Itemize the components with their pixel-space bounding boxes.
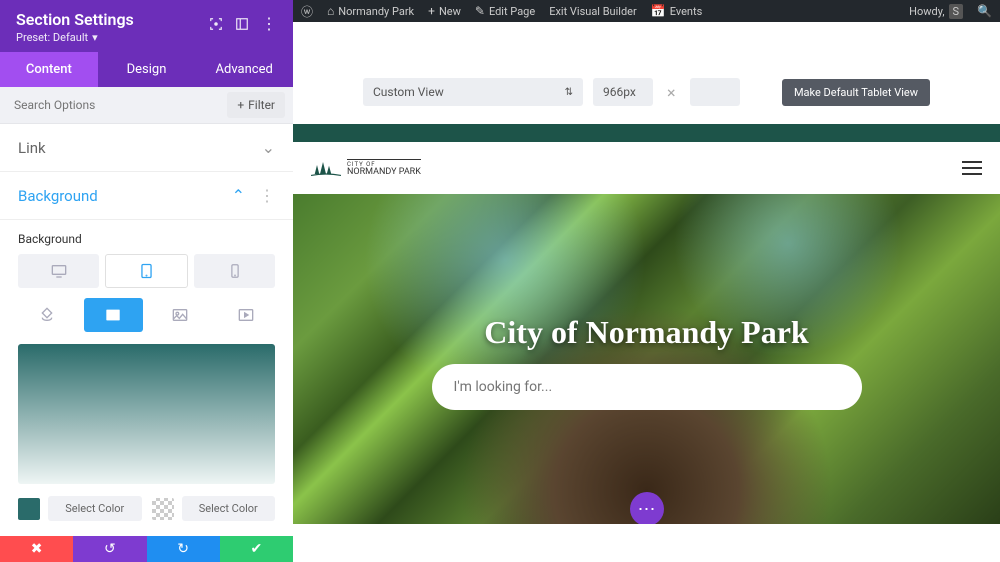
redo-button[interactable]: ↻ [147,536,220,562]
site-header: CITY OF NORMANDY PARK [293,142,1000,194]
edit-page-link[interactable]: ✎Edit Page [475,4,535,18]
cancel-button[interactable]: ✖ [0,536,73,562]
bgtype-gradient[interactable] [84,298,142,332]
calendar-icon: 📅 [651,4,666,18]
layout-icon[interactable] [235,17,249,31]
view-selector[interactable]: Custom View ⇅ [363,78,583,106]
hero-section: City of Normandy Park ⋯ [293,194,1000,524]
section-background[interactable]: Background ⌃ ⋮ [0,172,293,220]
wp-logo-icon[interactable]: ⓦ [301,3,313,20]
preview-area: ⓦ ⌂Normandy Park +New ✎Edit Page Exit Vi… [293,0,1000,562]
panel-header: Section Settings Preset: Default ▾ ⋮ [0,0,293,52]
color-swatch [18,498,40,520]
exit-vb-link[interactable]: Exit Visual Builder [549,5,637,18]
search-input[interactable] [0,88,219,122]
gradient-color-1[interactable]: Select Color [18,496,142,521]
tab-advanced[interactable]: Advanced [195,52,293,87]
site-link[interactable]: ⌂Normandy Park [327,4,414,18]
more-icon[interactable]: ⋮ [261,14,277,33]
bgtype-image[interactable] [151,298,209,332]
gradient-colors: Select Color Select Color [18,496,275,521]
panel-tabs: Content Design Advanced [0,52,293,87]
new-link[interactable]: +New [428,4,461,18]
pencil-icon: ✎ [475,4,485,18]
menu-button[interactable] [962,161,982,175]
select-arrows-icon: ⇅ [565,87,573,98]
filter-button[interactable]: + Filter [227,92,285,118]
plus-icon: + [428,4,435,18]
device-selector [18,254,275,288]
responsive-toolbar: Custom View ⇅ 966px × Make Default Table… [293,22,1000,122]
search-row: + Filter [0,87,293,124]
page-preview: CITY OF NORMANDY PARK City of Normandy P… [293,124,1000,562]
background-label: Background [18,232,275,246]
tab-content[interactable]: Content [0,52,98,87]
color-swatch [152,498,174,520]
undo-button[interactable]: ↺ [73,536,146,562]
device-phone[interactable] [194,254,275,288]
background-type-selector [18,298,275,332]
gradient-color-2[interactable]: Select Color [152,496,276,521]
background-settings: Background [0,220,293,536]
plus-icon: + [237,98,244,112]
trees-icon [311,159,341,177]
panel-title: Section Settings [16,10,134,29]
section-link[interactable]: Link ⌄ [0,124,293,172]
panel-action-bar: ✖ ↺ ↻ ✔ [0,536,293,562]
gradient-preview[interactable] [18,344,275,484]
settings-panel: Section Settings Preset: Default ▾ ⋮ Con… [0,0,293,536]
howdy-link[interactable]: Howdy, S [909,4,963,19]
viewport-height[interactable] [690,78,740,106]
hero-title: City of Normandy Park [484,314,808,351]
more-icon[interactable]: ⋮ [259,186,275,205]
make-default-button[interactable]: Make Default Tablet View [782,79,930,106]
avatar: S [949,4,964,19]
chevron-down-icon: ⌄ [262,138,275,157]
save-button[interactable]: ✔ [220,536,293,562]
home-icon: ⌂ [327,4,334,18]
viewport-width[interactable]: 966px [593,78,653,106]
hero-search-input[interactable] [454,379,840,395]
device-tablet[interactable] [105,254,188,288]
events-link[interactable]: 📅Events [651,4,703,18]
top-bar [293,124,1000,142]
hero-search[interactable] [432,364,862,410]
device-desktop[interactable] [18,254,99,288]
logo-text: CITY OF NORMANDY PARK [347,159,421,177]
focus-icon[interactable] [209,17,223,31]
builder-fab-button[interactable]: ⋯ [630,492,664,524]
bgtype-video[interactable] [217,298,275,332]
preset-selector[interactable]: Preset: Default ▾ [16,31,134,44]
wp-admin-bar: ⓦ ⌂Normandy Park +New ✎Edit Page Exit Vi… [293,0,1000,22]
chevron-up-icon: ⌃ [232,186,245,205]
bgtype-color[interactable] [18,298,76,332]
clear-width-button[interactable]: × [663,83,680,102]
tab-design[interactable]: Design [98,52,196,87]
site-logo[interactable]: CITY OF NORMANDY PARK [311,159,421,177]
chevron-down-icon: ▾ [92,31,98,44]
search-icon[interactable]: 🔍 [977,4,992,18]
